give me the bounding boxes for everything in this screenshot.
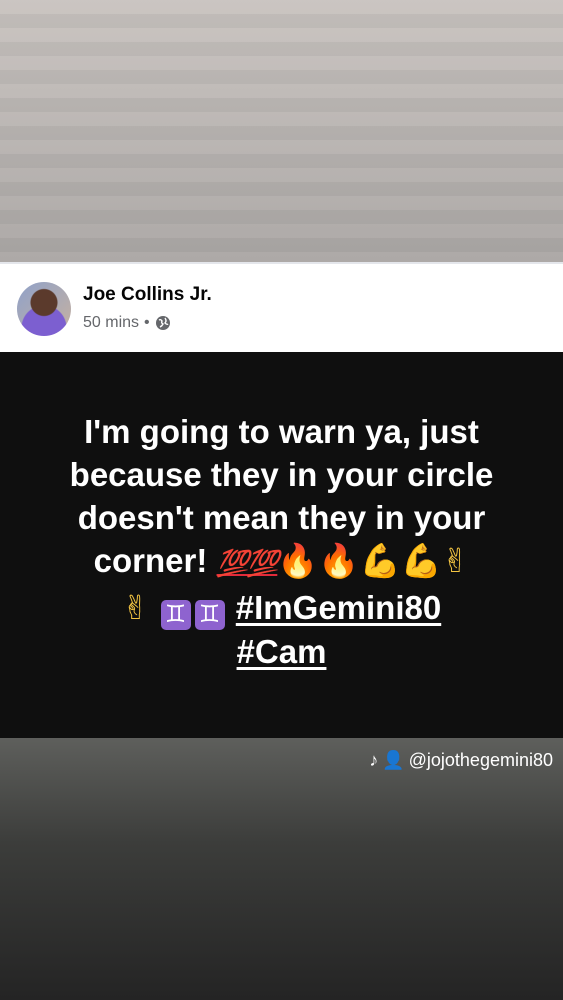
tiktok-watermark: ♪ 👤 @jojothegemini80 [369,750,553,771]
fire-emoji: 🔥🔥 [277,540,360,580]
person-icon: 👤 [382,750,405,770]
post-text: I'm going to warn ya, just because they … [32,410,532,673]
gemini-emoji-2: ♊ [194,599,225,630]
peace-emoji-2: ✌ [121,587,150,627]
hashtag-imgemini80[interactable]: #ImGemini80 [236,589,441,626]
muscle-emoji: 💪💪 [359,540,442,580]
hundred-emoji: 💯💯 [216,548,280,579]
post-header: Joe Collins Jr. 50 mins • [0,262,563,352]
post-time[interactable]: 50 mins [83,314,139,332]
peace-emoji: ✌ [441,540,470,580]
meta-separator: • [144,314,150,331]
globe-icon[interactable] [155,315,171,331]
author-name[interactable]: Joe Collins Jr. [83,284,212,306]
hashtag-cam[interactable]: #Cam [237,633,327,670]
post-meta: 50 mins • [83,314,171,332]
background-image-bottom: ♪ 👤 @jojothegemini80 [0,738,563,1000]
post-content: I'm going to warn ya, just because they … [0,352,563,738]
tiktok-icon: ♪ [369,750,379,770]
watermark-handle: @jojothegemini80 [408,750,553,770]
background-image-top [0,0,563,262]
avatar[interactable] [17,282,71,336]
gemini-emoji: ♊ [160,599,191,630]
